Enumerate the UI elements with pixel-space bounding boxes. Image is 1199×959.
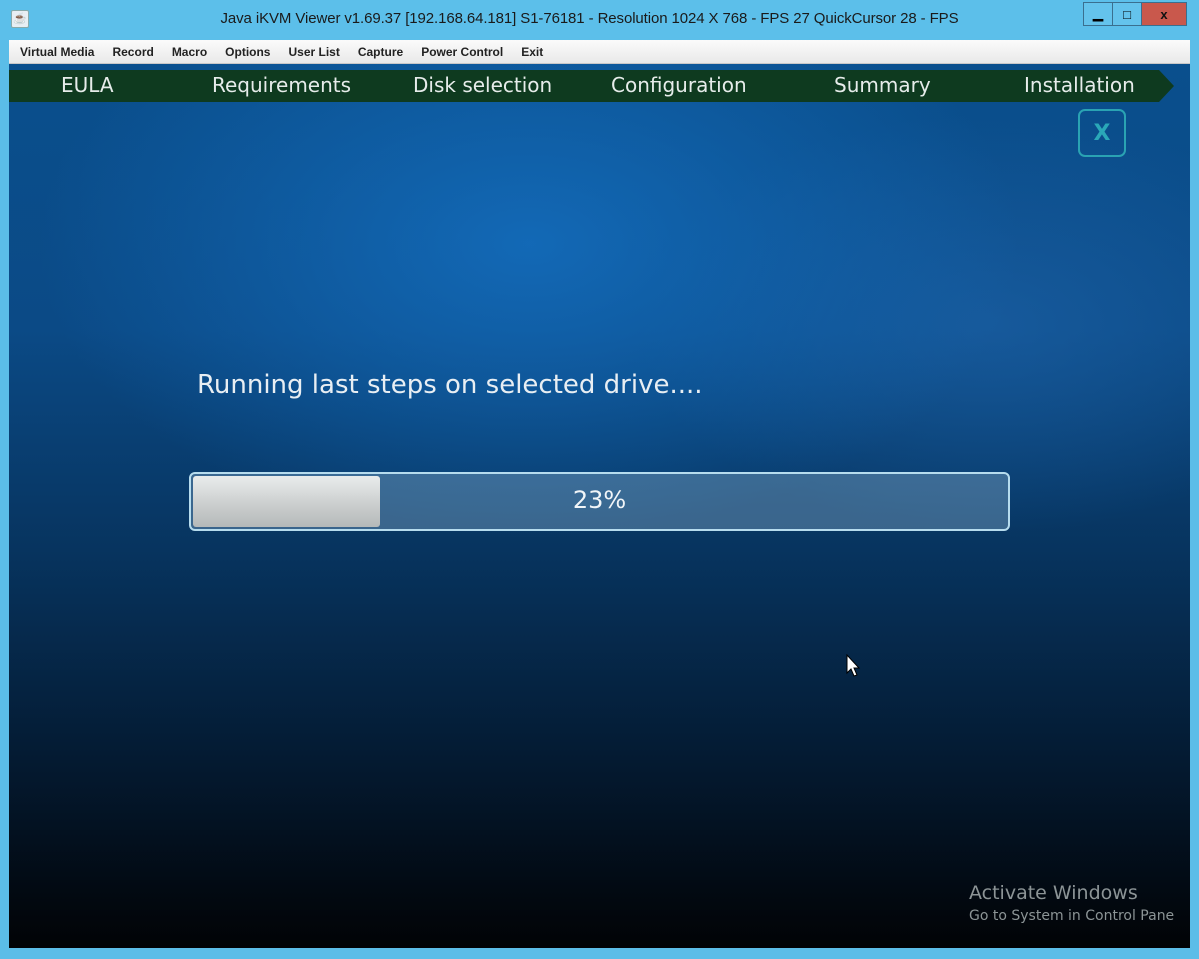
step-configuration: Configuration (611, 73, 747, 97)
step-installation: Installation (1024, 73, 1135, 97)
step-summary: Summary (834, 73, 931, 97)
status-message: Running last steps on selected drive.... (197, 370, 703, 400)
window-title-bar[interactable]: ☕ Java iKVM Viewer v1.69.37 [192.168.64.… (0, 0, 1199, 40)
watermark-title: Activate Windows (969, 882, 1138, 904)
maximize-button[interactable]: □ (1112, 3, 1141, 25)
remote-screen[interactable]: EULA Requirements Disk selection Configu… (9, 64, 1190, 948)
menu-record[interactable]: Record (103, 45, 162, 59)
menu-bar: Virtual Media Record Macro Options User … (9, 40, 1190, 64)
close-x-icon: X (1093, 120, 1111, 146)
progress-bar: 23% (189, 472, 1010, 531)
watermark-subtitle: Go to System in Control Pane (969, 908, 1175, 924)
step-requirements: Requirements (212, 73, 352, 97)
installer-close-button[interactable]: X (1078, 109, 1126, 157)
window-controls: ▁ □ x (1083, 2, 1187, 26)
step-eula: EULA (61, 73, 114, 97)
menu-macro[interactable]: Macro (163, 45, 216, 59)
installer-steps-bar: EULA Requirements Disk selection Configu… (9, 70, 1174, 102)
menu-capture[interactable]: Capture (349, 45, 412, 59)
step-disk-selection: Disk selection (413, 73, 553, 97)
mouse-cursor-icon (846, 654, 861, 677)
menu-options[interactable]: Options (216, 45, 279, 59)
close-button[interactable]: x (1141, 3, 1186, 25)
minimize-button[interactable]: ▁ (1084, 3, 1112, 25)
menu-virtual-media[interactable]: Virtual Media (9, 45, 103, 59)
progress-label: 23% (572, 486, 627, 514)
activate-windows-watermark: Activate Windows Go to System in Control… (969, 882, 1174, 924)
menu-user-list[interactable]: User List (279, 45, 348, 59)
menu-exit[interactable]: Exit (512, 45, 552, 59)
window-title: Java iKVM Viewer v1.69.37 [192.168.64.18… (220, 10, 959, 27)
menu-power-control[interactable]: Power Control (412, 45, 512, 59)
